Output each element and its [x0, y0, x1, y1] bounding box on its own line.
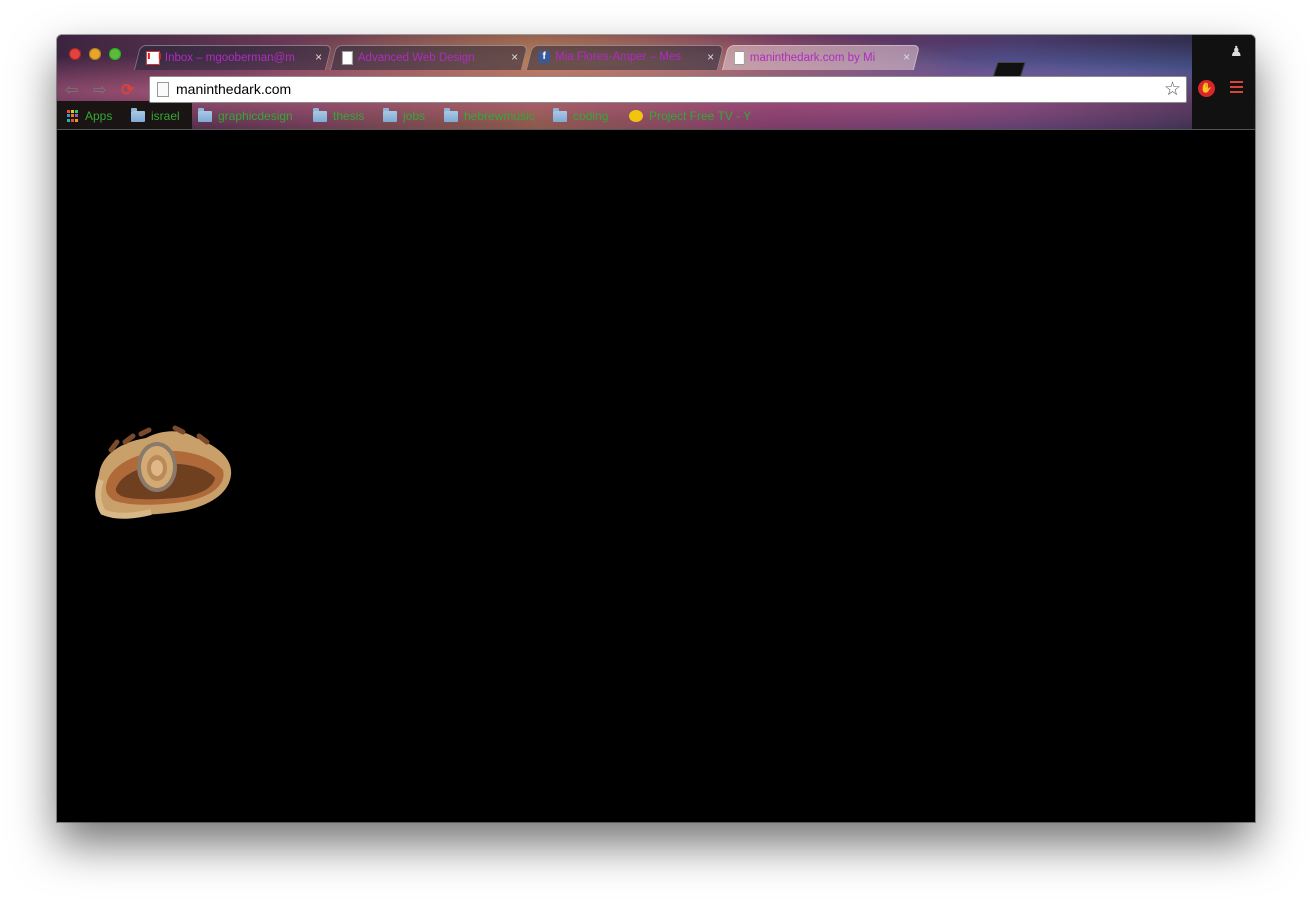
- bookmarks-bar: Apps israel graphicdesign thesis jobs he…: [57, 104, 1255, 129]
- reload-icon[interactable]: ⟳: [121, 80, 134, 100]
- project-free-tv-icon: [629, 110, 643, 122]
- address-bar[interactable]: maninthedark.com ☆: [149, 76, 1187, 103]
- man-in-the-dark-illustration[interactable]: [91, 420, 241, 520]
- bookmark-folder-jobs[interactable]: jobs: [383, 107, 426, 123]
- tab-close-icon[interactable]: ×: [315, 50, 322, 64]
- bookmark-folder-graphicdesign[interactable]: graphicdesign: [198, 107, 293, 123]
- bookmark-folder-hebrewmusic[interactable]: hebrewmusic: [444, 107, 535, 123]
- browser-window: Inbox – mgooberman@m × Advanced Web Desi…: [57, 35, 1255, 822]
- window-minimize-button[interactable]: [89, 48, 101, 60]
- window-close-button[interactable]: [69, 48, 81, 60]
- bookmark-folder-coding[interactable]: coding: [553, 107, 609, 123]
- apps-grid-icon: [67, 110, 79, 122]
- facebook-icon: f: [538, 51, 551, 63]
- folder-icon: [383, 107, 397, 122]
- gmail-icon: [145, 51, 160, 65]
- bookmark-label: hebrewmusic: [464, 109, 535, 123]
- folder-icon: [198, 107, 212, 122]
- document-icon: [733, 51, 745, 65]
- document-icon: [341, 51, 353, 65]
- forward-arrow-icon[interactable]: ⇨: [93, 80, 106, 100]
- page-icon: [157, 82, 169, 97]
- menu-hamburger-icon[interactable]: [1230, 81, 1243, 96]
- tab-inbox[interactable]: Inbox – mgooberman@m ×: [133, 45, 333, 70]
- profile-icon[interactable]: ♟: [1230, 43, 1243, 60]
- address-url[interactable]: maninthedark.com: [176, 81, 291, 97]
- bookmark-label: Apps: [85, 109, 113, 123]
- tab-advanced-web-design[interactable]: Advanced Web Design ×: [329, 45, 529, 70]
- tab-close-icon[interactable]: ×: [511, 50, 518, 64]
- folder-icon: [131, 107, 145, 122]
- folder-icon: [313, 107, 327, 122]
- tab-title: Inbox – mgooberman@m: [164, 52, 295, 64]
- folder-icon: [444, 107, 458, 122]
- tab-title: maninthedark.com by Mi: [749, 52, 876, 64]
- bookmark-label: thesis: [333, 109, 365, 123]
- page-content: [57, 130, 1255, 822]
- bookmark-folder-israel[interactable]: israel: [131, 107, 180, 123]
- toolbar: ⇦ ⇨ ⟳ maninthedark.com ☆ ✋: [57, 73, 1255, 103]
- bookmark-apps[interactable]: Apps: [67, 109, 112, 123]
- bookmark-folder-thesis[interactable]: thesis: [313, 107, 365, 123]
- tab-maninthedark[interactable]: maninthedark.com by Mi ×: [721, 45, 921, 70]
- folder-icon: [553, 107, 567, 122]
- tab-facebook-messages[interactable]: f Mia Flores-Amper – Mes ×: [525, 45, 725, 70]
- tab-title: Mia Flores-Amper – Mes: [555, 51, 682, 63]
- bookmark-star-icon[interactable]: ☆: [1164, 78, 1181, 101]
- bookmark-project-free-tv[interactable]: Project Free TV - Y: [629, 109, 751, 123]
- back-arrow-icon[interactable]: ⇦: [65, 80, 78, 100]
- window-zoom-button[interactable]: [109, 48, 121, 60]
- tab-close-icon[interactable]: ×: [707, 50, 714, 64]
- tab-close-icon[interactable]: ×: [903, 50, 910, 64]
- bookmark-label: israel: [151, 109, 180, 123]
- tab-title: Advanced Web Design: [357, 52, 475, 64]
- adblock-stop-icon[interactable]: ✋: [1198, 80, 1215, 97]
- bookmark-label: jobs: [403, 109, 426, 123]
- bookmark-label: coding: [573, 109, 609, 123]
- bookmark-label: Project Free TV - Y: [649, 109, 752, 123]
- bookmark-label: graphicdesign: [218, 109, 293, 123]
